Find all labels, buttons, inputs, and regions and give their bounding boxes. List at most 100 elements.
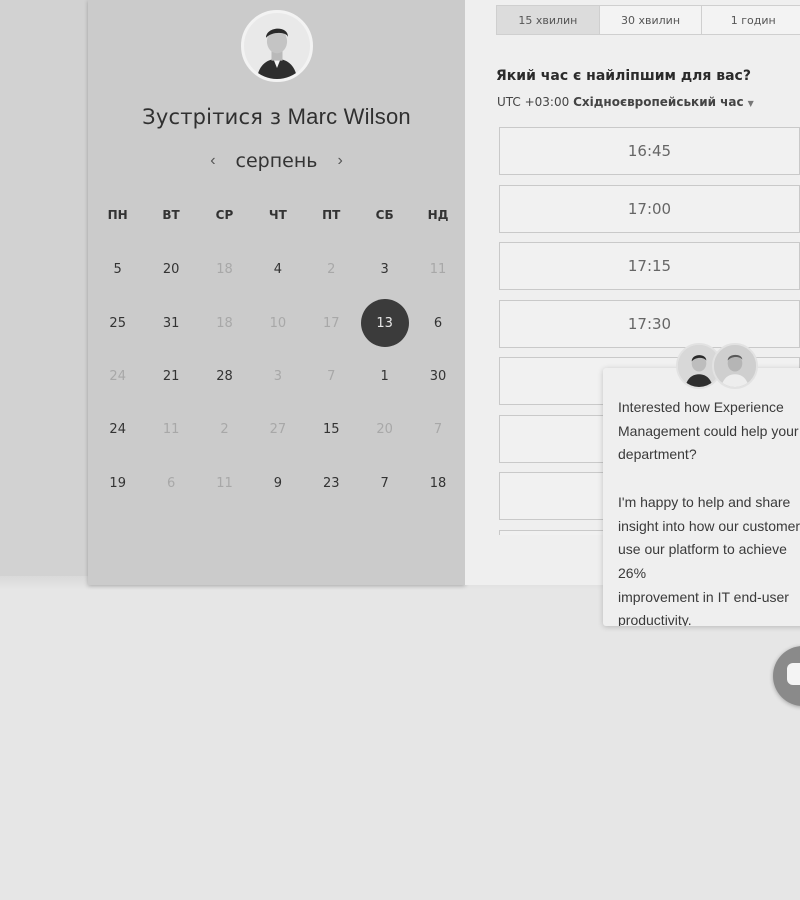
meeting-title-prefix: Зустрітися з <box>142 105 282 129</box>
calendar-day-unavailable: 11 <box>198 457 251 510</box>
timezone-selector[interactable]: UTC +03:00 Східноєвропейський час ▼ <box>497 95 754 109</box>
timezone-offset: UTC +03:00 <box>497 95 570 109</box>
calendar-day-number: 18 <box>216 262 233 278</box>
calendar-day-number: 20 <box>376 422 393 438</box>
calendar-day-unavailable: 7 <box>305 350 358 403</box>
calendar-day-available[interactable]: 23 <box>305 457 358 510</box>
calendar-day-available[interactable]: 20 <box>144 243 197 296</box>
calendar-day-number: 25 <box>109 315 126 331</box>
calendar-day-number: 10 <box>269 315 287 331</box>
current-month: серпень <box>235 150 318 172</box>
duration-tab[interactable]: 1 годин <box>702 6 800 34</box>
calendar-day-number: 20 <box>162 262 180 278</box>
calendar-day-unavailable: 10 <box>251 296 304 349</box>
time-slot-button[interactable]: 17:00 <box>499 184 800 233</box>
calendar-day-unavailable: 11 <box>411 243 464 296</box>
calendar-day-unavailable: 24 <box>91 350 144 403</box>
calendar-day-available[interactable]: 28 <box>198 350 251 403</box>
duration-tabs: 15 хвилин 30 хвилин 1 годин <box>496 5 800 35</box>
calendar-day-number: 24 <box>109 422 126 438</box>
weekday-label: НД <box>427 208 449 222</box>
calendar-day-available[interactable]: 15 <box>305 403 358 456</box>
calendar-day-number: 30 <box>429 368 447 384</box>
calendar-day-available[interactable]: 31 <box>144 296 197 349</box>
calendar-day-number: 23 <box>322 475 340 491</box>
host-name: Marc Wilson <box>287 104 411 129</box>
calendar-day-unavailable: 6 <box>144 457 197 510</box>
calendar-day-available[interactable]: 4 <box>251 243 304 296</box>
calendar-day-number: 7 <box>380 475 389 491</box>
calendar-day-number: 6 <box>433 315 443 331</box>
calendar-day-number: 31 <box>162 315 180 331</box>
time-slot-button[interactable]: 16:45 <box>499 127 800 175</box>
calendar-day-number: 13 <box>360 299 409 348</box>
calendar-day-grid: 5 20 18 4 2 3 11 25 31 18 10 17 13 6 24 21 28 3 7 1 30 24 11 2 2… <box>91 243 463 510</box>
weekday-label: СР <box>215 208 234 222</box>
timezone-name: Східноєвропейський час <box>573 95 744 109</box>
calendar-day-number: 4 <box>273 262 282 278</box>
calendar-day-available[interactable]: 19 <box>91 457 144 510</box>
calendar-day-number: 7 <box>433 422 443 438</box>
calendar-day-available[interactable]: 25 <box>91 296 144 349</box>
host-photo <box>244 13 310 79</box>
time-question: Який час є найліпшим для вас? <box>496 68 751 84</box>
meeting-title: Зустрітися з Marc Wilson <box>88 104 465 130</box>
calendar-day-available[interactable]: 21 <box>144 350 197 403</box>
calendar-day-number: 2 <box>220 422 229 438</box>
calendar-day-available[interactable]: 24 <box>91 403 144 456</box>
calendar-day-unavailable: 18 <box>198 296 251 349</box>
chat-agents-avatars <box>676 343 760 393</box>
weekday-label: СБ <box>375 208 394 222</box>
calendar-day-number: 24 <box>109 368 126 384</box>
calendar-day-number: 21 <box>162 368 180 384</box>
calendar-day-number: 11 <box>162 422 180 438</box>
month-navigation: ‹ серпень › <box>88 150 465 172</box>
calendar-day-number: 15 <box>322 422 340 438</box>
calendar-day-number: 11 <box>216 475 233 491</box>
calendar-day-number: 3 <box>380 262 389 278</box>
time-slot-button[interactable]: 17:15 <box>499 242 800 290</box>
weekday-label: ПН <box>107 208 128 222</box>
calendar-day-available[interactable]: 1 <box>358 350 411 403</box>
calendar-day-number: 27 <box>269 422 287 438</box>
calendar-day-available[interactable]: 30 <box>411 350 464 403</box>
calendar-day-unavailable: 20 <box>358 403 411 456</box>
weekday-label: ЧТ <box>268 208 287 222</box>
calendar-day-available[interactable]: 7 <box>358 457 411 510</box>
chat-bubble-icon <box>787 663 800 685</box>
calendar-day-number: 3 <box>273 368 282 384</box>
calendar-day-available[interactable]: 18 <box>411 457 464 510</box>
calendar-day-number: 6 <box>166 475 176 491</box>
calendar-day-unavailable: 27 <box>251 403 304 456</box>
calendar-day-number: 11 <box>429 262 447 278</box>
calendar-day-number: 19 <box>109 475 126 491</box>
calendar-day-available[interactable]: 5 <box>91 243 144 296</box>
chat-message: Interested how Experience Management cou… <box>618 399 800 626</box>
time-slot-button[interactable]: 17:30 <box>499 299 800 348</box>
prev-month-icon[interactable]: ‹ <box>206 152 219 170</box>
caret-down-icon: ▼ <box>747 99 754 108</box>
calendar-day-available[interactable]: 9 <box>251 457 304 510</box>
calendar-day-unavailable: 17 <box>305 296 358 349</box>
calendar-day-selected[interactable]: 13 <box>358 296 411 349</box>
calendar-day-available[interactable]: 6 <box>411 296 464 349</box>
calendar-day-number: 18 <box>216 315 233 331</box>
calendar-day-unavailable: 7 <box>411 403 464 456</box>
calendar-day-available[interactable]: 3 <box>358 243 411 296</box>
calendar-day-number: 28 <box>216 368 233 384</box>
calendar-day-unavailable: 2 <box>198 403 251 456</box>
chat-launcher-button[interactable] <box>773 646 800 706</box>
duration-tab[interactable]: 30 хвилин <box>600 6 703 34</box>
next-month-icon[interactable]: › <box>333 152 346 170</box>
calendar-day-number: 18 <box>429 475 447 491</box>
calendar-day-unavailable: 18 <box>198 243 251 296</box>
calendar-day-number: 7 <box>327 368 336 384</box>
host-avatar <box>241 10 313 82</box>
weekday-header: ПН ВТ СР ЧТ ПТ СБ НД <box>91 208 463 222</box>
weekday-label: ПТ <box>322 208 341 222</box>
duration-tab[interactable]: 15 хвилин <box>497 6 600 34</box>
calendar-day-unavailable: 11 <box>144 403 197 456</box>
agent-avatar-2 <box>712 343 758 389</box>
calendar-day-unavailable: 3 <box>251 350 304 403</box>
calendar-day-number: 5 <box>113 262 122 278</box>
